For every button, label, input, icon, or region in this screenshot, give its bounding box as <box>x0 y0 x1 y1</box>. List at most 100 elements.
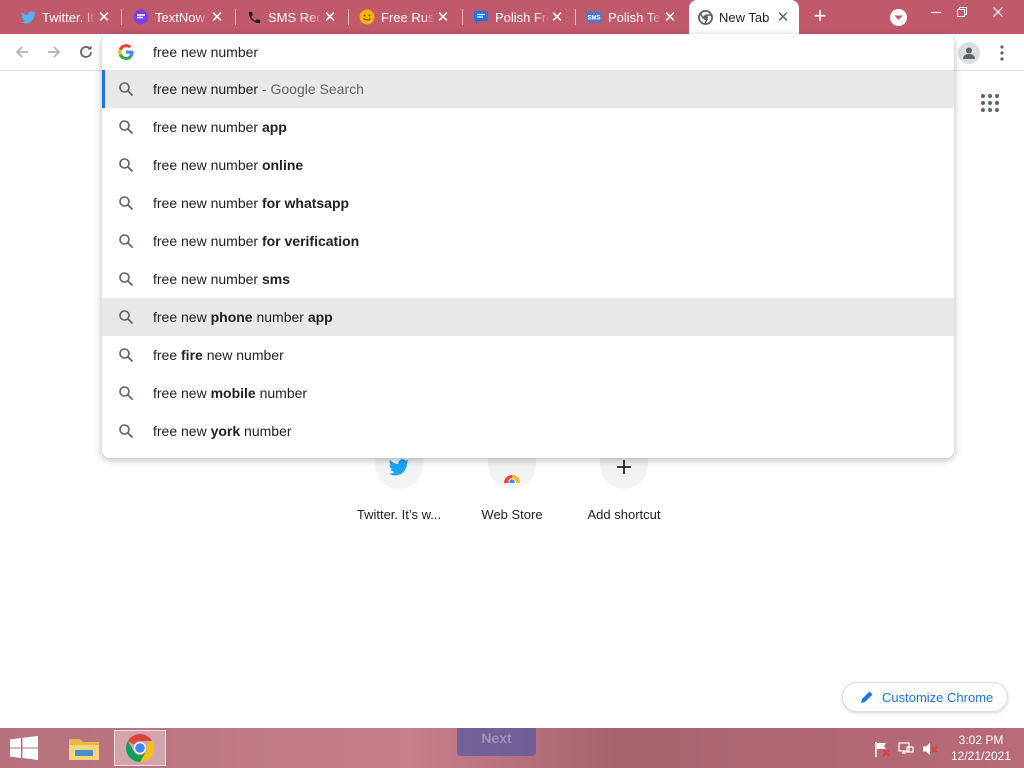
phone-icon <box>246 9 262 25</box>
google-apps-button[interactable] <box>980 93 1000 113</box>
close-icon[interactable]: ✕ <box>549 9 565 25</box>
forward-button[interactable] <box>44 42 64 62</box>
close-icon[interactable]: ✕ <box>435 9 451 25</box>
action-center-flag-icon[interactable] <box>874 741 890 757</box>
close-icon[interactable]: ✕ <box>662 9 678 25</box>
tab-separator <box>121 9 122 25</box>
twitter-icon <box>20 9 36 25</box>
suggestion-text: free new number for verification <box>153 233 359 249</box>
suggestion-part: new number <box>202 347 284 363</box>
tab-title: New Tab <box>719 9 770 25</box>
minimize-button[interactable] <box>925 4 947 20</box>
close-icon[interactable]: ✕ <box>209 9 225 25</box>
windows-taskbar: Next 3:02 PM 12/21/2021 <box>0 728 1024 768</box>
tab-title: Twitter. It's what's happening <box>42 9 96 25</box>
close-icon[interactable]: ✕ <box>96 9 112 25</box>
windows-logo-icon <box>10 736 38 760</box>
suggestion-text: free new number for whatsapp <box>153 195 349 211</box>
suggestion-part: free <box>153 347 182 363</box>
suggestion-bold: online <box>261 157 304 173</box>
shortcut-label: Twitter. It’s w... <box>356 507 442 522</box>
tab-title: Free Russian Number <box>381 9 435 25</box>
start-button[interactable] <box>10 736 38 762</box>
tab-free-russian[interactable]: Free Russian Number ✕ <box>351 0 459 34</box>
tab-polish-temp[interactable]: SMS Polish Temp Number ✕ <box>578 0 686 34</box>
suggestion-part: number <box>240 423 292 439</box>
minimize-icon <box>931 11 941 14</box>
taskbar-chrome[interactable] <box>114 730 166 766</box>
tab-title: TextNow <box>155 9 205 25</box>
tab-new-tab[interactable]: New Tab ✕ <box>689 0 799 34</box>
tab-title: SMS Receive Free <box>268 9 322 25</box>
tab-sms-receive[interactable]: SMS Receive Free ✕ <box>238 0 346 34</box>
tab-title: Polish Temp Number <box>608 9 662 25</box>
suggestion-item[interactable]: free new mobile number <box>102 374 954 412</box>
suggestion-bold: sms <box>261 271 290 287</box>
suggestion-item[interactable]: free new number for verification <box>102 222 954 260</box>
close-window-button[interactable] <box>987 4 1009 20</box>
suggestion-text: free new number online <box>153 157 303 173</box>
suggestion-bold: app <box>307 309 333 325</box>
tab-twitter[interactable]: Twitter. It's what's happening ✕ <box>12 0 120 34</box>
suggestion-item[interactable]: free fire new number <box>102 336 954 374</box>
suggestion-part: free new <box>153 309 211 325</box>
search-icon <box>119 424 134 439</box>
suggestion-bold: app <box>261 119 287 135</box>
suggestion-prefix: free new number <box>153 271 262 287</box>
suggestion-item[interactable]: free new york number <box>102 412 954 450</box>
suggestion-item[interactable]: free new number for whatsapp <box>102 184 954 222</box>
restore-icon <box>957 7 967 17</box>
close-icon[interactable]: ✕ <box>322 9 338 25</box>
taskbar-file-explorer[interactable] <box>58 730 110 766</box>
google-g-icon <box>118 44 134 60</box>
suggestion-item[interactable]: free new number sms <box>102 260 954 298</box>
tab-search-button[interactable] <box>890 9 907 26</box>
close-icon <box>993 7 1003 17</box>
suggestion-part: free new <box>153 385 211 401</box>
suggestion-prefix: free new number <box>153 81 259 97</box>
volume-muted-icon[interactable] <box>922 741 938 757</box>
plus-icon <box>617 460 631 474</box>
suggestion-part: number <box>252 309 308 325</box>
search-icon <box>119 82 134 97</box>
apps-grid-icon <box>981 94 999 112</box>
close-icon[interactable]: ✕ <box>775 9 791 25</box>
suggestion-suffix: - Google Search <box>258 81 364 97</box>
tab-title: Polish Free Number <box>495 9 549 25</box>
tab-textnow[interactable]: TextNow ✕ <box>125 0 233 34</box>
chrome-icon <box>126 734 154 762</box>
suggestion-google-search[interactable]: free new number - Google Search <box>102 70 954 108</box>
suggestion-text: free new mobile number <box>153 385 307 401</box>
textnow-icon <box>133 9 149 25</box>
customize-chrome-button[interactable]: Customize Chrome <box>842 682 1008 712</box>
suggestion-bold: fire <box>181 347 203 363</box>
suggestion-text: free new phone number app <box>153 309 333 325</box>
add-shortcut-button[interactable]: Add shortcut <box>568 445 680 535</box>
suggestion-text: free fire new number <box>153 347 284 363</box>
chrome-menu-button[interactable] <box>994 42 1010 64</box>
search-icon <box>119 348 134 363</box>
search-icon <box>119 272 134 287</box>
suggestion-text: free new number - Google Search <box>153 81 364 97</box>
back-button[interactable] <box>12 42 32 62</box>
background-next-button: Next <box>457 728 536 756</box>
suggestion-item[interactable]: free new number online <box>102 146 954 184</box>
suggestion-item[interactable]: free new phone number app <box>102 298 954 336</box>
new-tab-button[interactable]: + <box>808 5 832 29</box>
system-clock[interactable]: 3:02 PM 12/21/2021 <box>946 732 1016 764</box>
tab-polish-free[interactable]: Polish Free Number ✕ <box>465 0 573 34</box>
reload-button[interactable] <box>76 42 96 62</box>
restore-button[interactable] <box>951 4 973 20</box>
suggestion-bold: for whatsapp <box>261 195 350 211</box>
shortcut-twitter[interactable]: Twitter. It’s w... <box>343 445 455 535</box>
smiley-icon <box>359 9 375 25</box>
profile-button[interactable] <box>958 42 980 64</box>
chat-bubble-icon <box>473 9 489 25</box>
suggestion-text: free new number app <box>153 119 287 135</box>
chevron-down-icon <box>894 15 903 20</box>
shortcut-web-store[interactable]: Web Store <box>456 445 568 535</box>
network-icon[interactable] <box>898 741 914 757</box>
omnibox-input[interactable]: free new number <box>102 34 954 70</box>
reload-icon <box>80 45 92 58</box>
suggestion-item[interactable]: free new number app <box>102 108 954 146</box>
